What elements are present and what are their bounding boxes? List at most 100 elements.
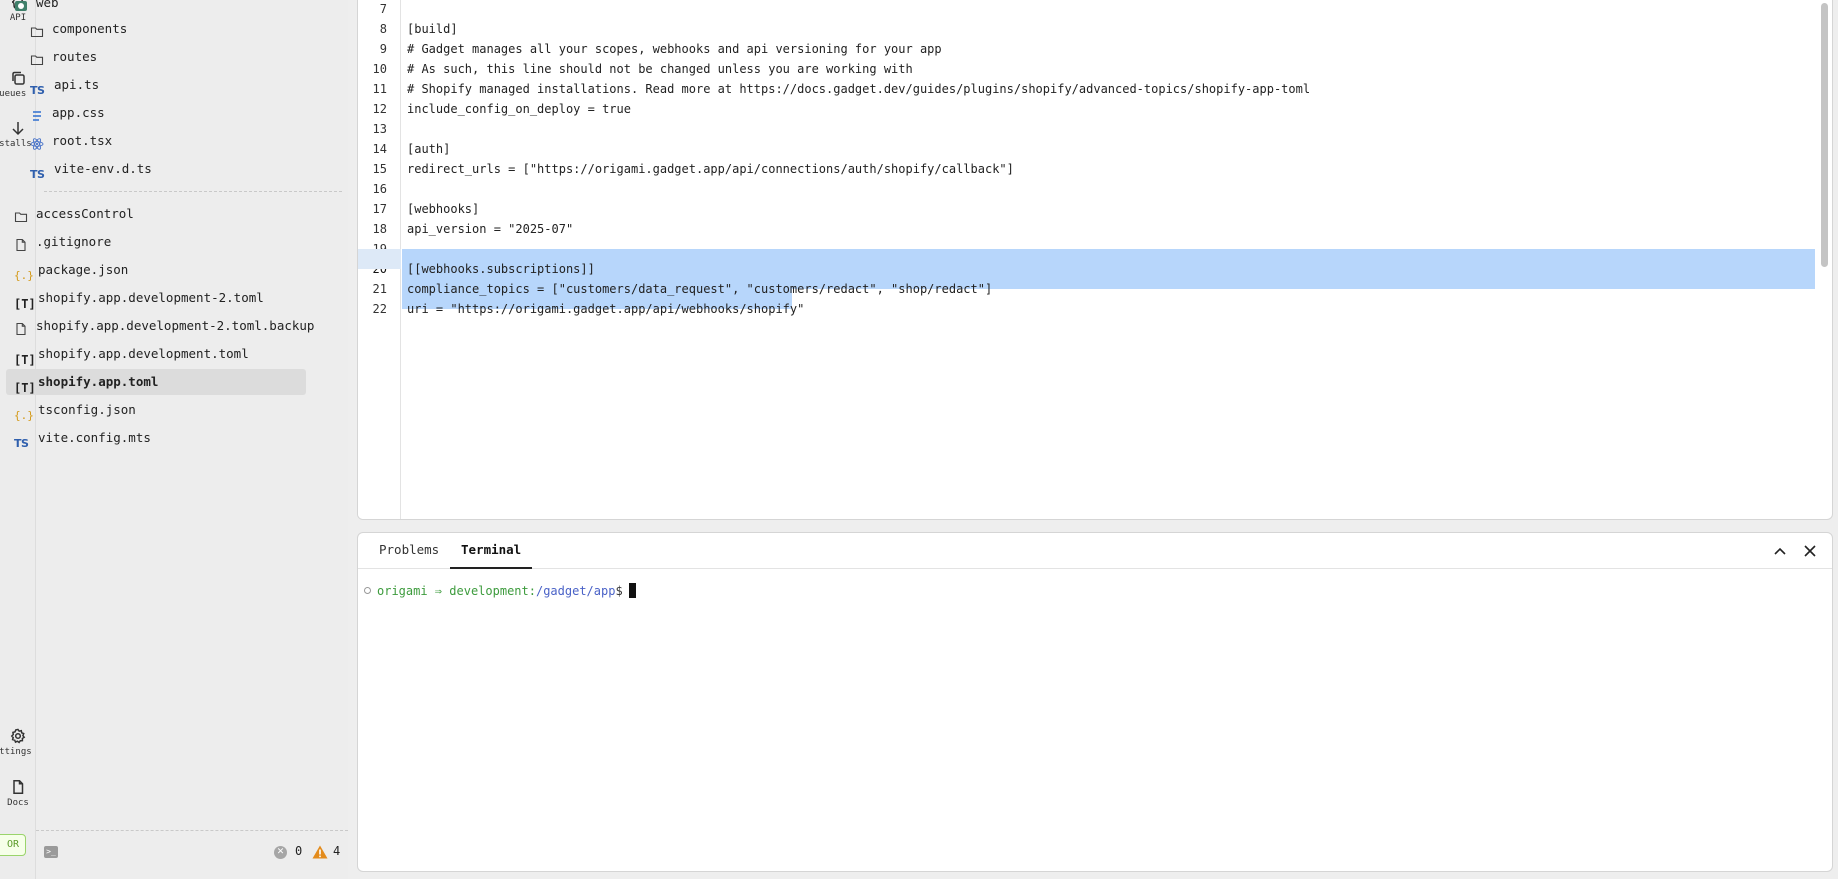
active-line-highlight — [358, 249, 401, 269]
error-icon[interactable]: ✕ — [274, 846, 287, 859]
web-folder-icon — [14, 0, 28, 11]
code-line[interactable]: api_version = "2025-07" — [407, 219, 573, 239]
line-number: 7 — [379, 2, 387, 16]
tree-item-label: .gitignore — [36, 234, 112, 249]
css-file-icon — [30, 106, 44, 121]
tree-item-label: routes — [52, 49, 98, 64]
code-line[interactable]: include_config_on_deploy = true — [407, 99, 631, 119]
line-number: 16 — [372, 182, 387, 196]
tree-file[interactable]: shopify.app.development-2.toml.backup — [6, 313, 314, 339]
rail-item-settings[interactable]: Settings — [0, 728, 35, 757]
tree-file[interactable]: app.css — [22, 100, 302, 126]
toml-file-icon: [T] — [14, 352, 36, 367]
tree-item-label: vite.config.mts — [38, 430, 151, 445]
line-number: 10 — [372, 62, 387, 76]
prompt-environment: development: — [449, 584, 536, 598]
tree-file[interactable]: [T] shopify.app.development-2.toml — [6, 285, 306, 311]
tree-item-label: vite-env.d.ts — [54, 161, 152, 176]
tree-item-label: app.css — [52, 105, 105, 120]
code-line[interactable]: uri = "https://origami.gadget.app/api/we… — [407, 299, 804, 319]
tab-terminal[interactable]: Terminal — [450, 533, 533, 569]
tree-item-label: accessControl — [36, 206, 134, 221]
editor-scrollbar[interactable] — [1821, 3, 1828, 267]
panel-tab-bar: Problems Terminal — [358, 533, 1832, 569]
tree-item-label: root.tsx — [52, 133, 113, 148]
bottom-panel: Problems Terminal origami ⇒ development:… — [357, 532, 1833, 872]
tree-file[interactable]: {.} package.json — [6, 257, 306, 283]
tree-item-label: shopify.app.development-2.toml.backup — [36, 318, 315, 333]
line-number: 12 — [372, 102, 387, 116]
terminal-prompt[interactable]: origami ⇒ development:/gadget/app$ — [364, 583, 636, 599]
typescript-file-icon: TS — [30, 167, 45, 181]
rail-label-docs: Docs — [7, 798, 29, 808]
tree-file[interactable]: TS vite.config.mts — [6, 425, 306, 451]
terminal-cursor — [628, 583, 636, 598]
prompt-path: /gadget/app — [535, 584, 616, 598]
line-number: 22 — [372, 302, 387, 316]
file-icon — [14, 235, 28, 251]
close-panel-button[interactable] — [1802, 543, 1818, 559]
code-line[interactable]: # As such, this line should not be chang… — [407, 59, 913, 79]
code-line[interactable]: [auth] — [407, 139, 450, 159]
warning-count: 4 — [333, 844, 341, 858]
toml-file-icon: [T] — [14, 296, 36, 311]
code-line[interactable]: # Shopify managed installations. Read mo… — [407, 79, 1310, 99]
tree-folder[interactable]: components — [22, 16, 302, 42]
typescript-file-icon: TS — [30, 83, 45, 97]
gear-icon — [8, 728, 28, 744]
prompt-dollar: $ — [615, 584, 623, 598]
line-number: 21 — [372, 282, 387, 296]
tree-folder[interactable]: routes — [22, 44, 302, 70]
line-number: 8 — [379, 22, 387, 36]
code-line[interactable]: [[webhooks.subscriptions]] — [407, 259, 595, 279]
tree-file[interactable]: .gitignore — [6, 229, 306, 255]
close-icon — [1802, 545, 1818, 562]
rail-item-docs[interactable]: Docs — [0, 779, 35, 808]
code-line[interactable]: redirect_urls = ["https://origami.gadget… — [407, 159, 1014, 179]
react-file-icon — [30, 134, 44, 150]
code-line[interactable]: # Gadget manages all your scopes, webhoo… — [407, 39, 942, 59]
folder-icon — [14, 207, 28, 222]
line-number: 13 — [372, 122, 387, 136]
tree-divider — [44, 191, 342, 192]
tree-file[interactable]: {.} tsconfig.json — [6, 397, 306, 423]
tree-file[interactable]: TS api.ts — [22, 72, 302, 98]
tree-folder-web[interactable]: web — [6, 0, 306, 16]
environment-badge[interactable]: OR — [0, 834, 26, 856]
line-number: 17 — [372, 202, 387, 216]
folder-icon — [30, 22, 44, 37]
code-line[interactable]: compliance_topics = ["customers/data_req… — [407, 279, 992, 299]
code-line[interactable]: [webhooks] — [407, 199, 479, 219]
tree-item-label: components — [52, 21, 128, 36]
tree-item-label: shopify.app.development-2.toml — [38, 290, 264, 305]
document-icon — [8, 779, 28, 795]
toml-file-icon: [T] — [14, 380, 36, 395]
maximize-panel-button[interactable] — [1772, 543, 1788, 559]
line-number: 15 — [372, 162, 387, 176]
prompt-arrow: ⇒ — [427, 584, 450, 598]
tree-file[interactable]: [T] shopify.app.toml — [6, 369, 306, 395]
tree-item-label: api.ts — [54, 77, 100, 92]
tree-item-label: tsconfig.json — [38, 402, 136, 417]
terminal-toggle-icon[interactable]: >_ — [44, 846, 58, 858]
tree-file[interactable]: root.tsx — [22, 128, 302, 154]
prompt-user: origami — [377, 584, 428, 598]
warning-icon[interactable] — [312, 845, 328, 859]
json-file-icon: {.} — [14, 268, 34, 282]
file-icon — [14, 319, 28, 335]
line-number: 9 — [379, 42, 387, 56]
tree-folder[interactable]: accessControl — [6, 201, 306, 227]
chevron-up-icon — [1772, 547, 1788, 562]
tree-file[interactable]: TS vite-env.d.ts — [22, 156, 302, 182]
code-editor[interactable]: 78910111213141516171819202122 [build]# G… — [357, 0, 1833, 520]
code-line[interactable]: [build] — [407, 19, 458, 39]
folder-icon — [30, 50, 44, 65]
rail-label-settings: Settings — [0, 747, 32, 757]
tree-file[interactable]: [T] shopify.app.development.toml — [6, 341, 306, 367]
tree-item-label: shopify.app.toml — [38, 374, 159, 389]
error-count: 0 — [295, 844, 303, 858]
status-dot-icon — [364, 587, 371, 594]
tab-problems[interactable]: Problems — [368, 533, 450, 569]
tree-item-label: web — [36, 0, 59, 10]
line-number: 11 — [372, 82, 387, 96]
